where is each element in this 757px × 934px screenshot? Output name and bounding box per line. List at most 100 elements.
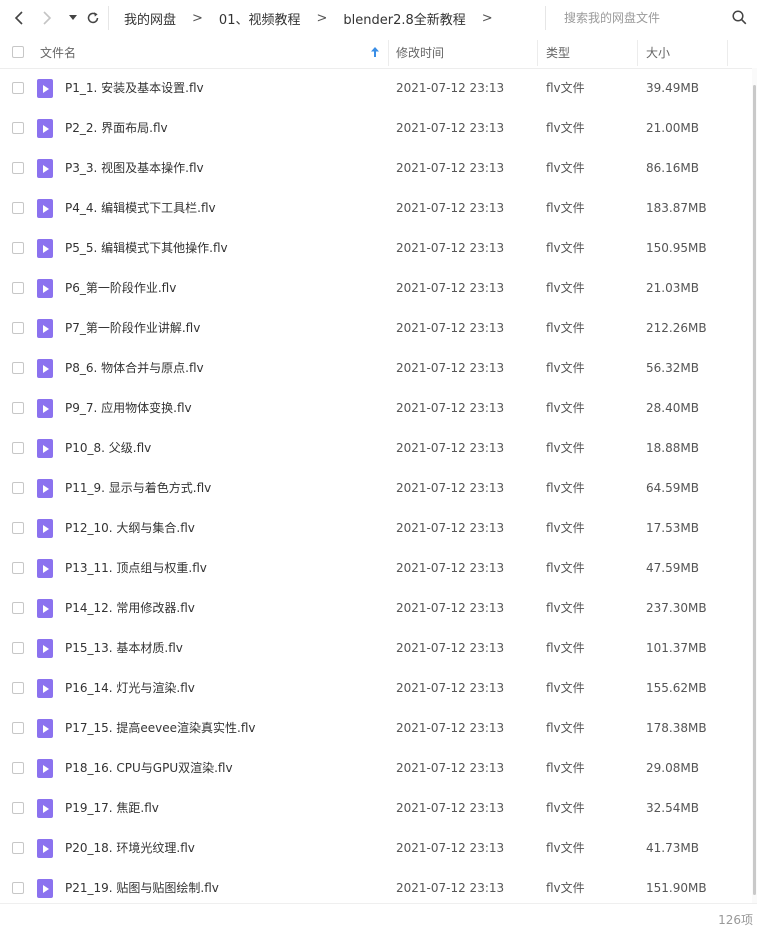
column-type-header[interactable]: 类型 (546, 36, 570, 68)
search-divider (545, 6, 546, 30)
column-divider[interactable] (727, 40, 728, 66)
file-name[interactable]: P3_3. 视图及基本操作.flv (65, 148, 204, 188)
row-checkbox[interactable] (12, 202, 24, 214)
file-name[interactable]: P10_8. 父级.flv (65, 428, 151, 468)
row-checkbox[interactable] (12, 162, 24, 174)
row-checkbox[interactable] (12, 522, 24, 534)
file-name[interactable]: P17_15. 提高eevee渲染真实性.flv (65, 708, 256, 748)
table-row[interactable]: P15_13. 基本材质.flv 2021-07-12 23:13 flv文件 101… (0, 628, 757, 668)
column-name-header[interactable]: 文件名 (40, 36, 76, 68)
row-checkbox[interactable] (12, 482, 24, 494)
table-row[interactable]: P19_17. 焦距.flv 2021-07-12 23:13 flv文件 32.54… (0, 788, 757, 828)
file-name[interactable]: P15_13. 基本材质.flv (65, 628, 183, 668)
row-checkbox[interactable] (12, 642, 24, 654)
file-type: flv文件 (546, 201, 585, 215)
back-icon[interactable] (8, 6, 30, 30)
video-file-icon (37, 159, 53, 178)
table-row[interactable]: P18_16. CPU与GPU双渲染.flv 2021-07-12 23:13 fl… (0, 748, 757, 788)
search-icon[interactable] (732, 10, 747, 29)
table-row[interactable]: P12_10. 大纲与集合.flv 2021-07-12 23:13 flv文件 17… (0, 508, 757, 548)
file-type: flv文件 (546, 721, 585, 735)
file-name[interactable]: P2_2. 界面布局.flv (65, 108, 168, 148)
breadcrumb-blender-course[interactable]: blender2.8全新教程 (343, 9, 465, 28)
file-name[interactable]: P13_11. 顶点组与权重.flv (65, 548, 207, 588)
row-checkbox[interactable] (12, 82, 24, 94)
breadcrumb: 我的网盘 > 01、视频教程 > blender2.8全新教程 > (108, 0, 493, 36)
file-type: flv文件 (546, 601, 585, 615)
video-file-icon (37, 119, 53, 138)
row-checkbox[interactable] (12, 802, 24, 814)
row-checkbox[interactable] (12, 602, 24, 614)
breadcrumb-video-tutorials[interactable]: 01、视频教程 (219, 9, 301, 28)
file-modified: 2021-07-12 23:13 (396, 561, 505, 575)
file-modified: 2021-07-12 23:13 (396, 881, 505, 895)
table-row[interactable]: P10_8. 父级.flv 2021-07-12 23:13 flv文件 18.88M… (0, 428, 757, 468)
file-name[interactable]: P6_第一阶段作业.flv (65, 268, 176, 308)
table-row[interactable]: P5_5. 编辑模式下其他操作.flv 2021-07-12 23:13 flv文件… (0, 228, 757, 268)
file-name[interactable]: P16_14. 灯光与渲染.flv (65, 668, 195, 708)
row-checkbox[interactable] (12, 402, 24, 414)
row-checkbox[interactable] (12, 242, 24, 254)
table-row[interactable]: P7_第一阶段作业讲解.flv 2021-07-12 23:13 flv文件 212.… (0, 308, 757, 348)
row-checkbox[interactable] (12, 842, 24, 854)
row-checkbox[interactable] (12, 322, 24, 334)
file-modified: 2021-07-12 23:13 (396, 441, 505, 455)
file-name[interactable]: P9_7. 应用物体变换.flv (65, 388, 192, 428)
table-row[interactable]: P2_2. 界面布局.flv 2021-07-12 23:13 flv文件 21.00… (0, 108, 757, 148)
file-modified: 2021-07-12 23:13 (396, 761, 505, 775)
file-modified: 2021-07-12 23:13 (396, 401, 505, 415)
table-row[interactable]: P3_3. 视图及基本操作.flv 2021-07-12 23:13 flv文件 86… (0, 148, 757, 188)
breadcrumb-expand-arrow[interactable]: > (482, 11, 493, 26)
file-name[interactable]: P7_第一阶段作业讲解.flv (65, 308, 200, 348)
file-size: 39.49MB (646, 81, 699, 95)
search-input[interactable]: 搜索我的网盘文件 (564, 9, 660, 26)
file-name[interactable]: P19_17. 焦距.flv (65, 788, 159, 828)
file-name[interactable]: P18_16. CPU与GPU双渲染.flv (65, 748, 233, 788)
row-checkbox[interactable] (12, 762, 24, 774)
file-name[interactable]: P5_5. 编辑模式下其他操作.flv (65, 228, 228, 268)
file-name[interactable]: P1_1. 安装及基本设置.flv (65, 68, 204, 108)
row-checkbox[interactable] (12, 122, 24, 134)
file-name[interactable]: P4_4. 编辑模式下工具栏.flv (65, 188, 216, 228)
refresh-icon[interactable] (82, 6, 104, 30)
column-divider[interactable] (637, 40, 638, 66)
file-name[interactable]: P21_19. 贴图与贴图绘制.flv (65, 868, 219, 908)
sort-arrow-icon[interactable] (371, 36, 379, 68)
file-name[interactable]: P11_9. 显示与着色方式.flv (65, 468, 211, 508)
table-row[interactable]: P1_1. 安装及基本设置.flv 2021-07-12 23:13 flv文件 39… (0, 68, 757, 108)
column-divider[interactable] (537, 40, 538, 66)
scrollbar-thumb[interactable] (753, 85, 756, 895)
file-type: flv文件 (546, 561, 585, 575)
forward-icon[interactable] (36, 6, 58, 30)
row-checkbox[interactable] (12, 682, 24, 694)
column-modified-header[interactable]: 修改时间 (396, 36, 444, 68)
table-row[interactable]: P17_15. 提高eevee渲染真实性.flv 2021-07-12 23:13… (0, 708, 757, 748)
table-row[interactable]: P6_第一阶段作业.flv 2021-07-12 23:13 flv文件 21.03M… (0, 268, 757, 308)
column-size-header[interactable]: 大小 (646, 36, 670, 68)
file-name[interactable]: P14_12. 常用修改器.flv (65, 588, 195, 628)
row-checkbox[interactable] (12, 362, 24, 374)
table-row[interactable]: P21_19. 贴图与贴图绘制.flv 2021-07-12 23:13 flv文件… (0, 868, 757, 908)
file-name[interactable]: P20_18. 环境光纹理.flv (65, 828, 195, 868)
table-row[interactable]: P4_4. 编辑模式下工具栏.flv 2021-07-12 23:13 flv文件 1… (0, 188, 757, 228)
table-row[interactable]: P11_9. 显示与着色方式.flv 2021-07-12 23:13 flv文件 6… (0, 468, 757, 508)
table-row[interactable]: P8_6. 物体合并与原点.flv 2021-07-12 23:13 flv文件 56… (0, 348, 757, 388)
row-checkbox[interactable] (12, 722, 24, 734)
file-modified: 2021-07-12 23:13 (396, 721, 505, 735)
breadcrumb-my-drive[interactable]: 我的网盘 (124, 9, 176, 28)
row-checkbox[interactable] (12, 562, 24, 574)
table-row[interactable]: P13_11. 顶点组与权重.flv 2021-07-12 23:13 flv文件 4… (0, 548, 757, 588)
row-checkbox[interactable] (12, 442, 24, 454)
select-all-checkbox[interactable] (12, 46, 24, 58)
row-checkbox[interactable] (12, 282, 24, 294)
table-row[interactable]: P9_7. 应用物体变换.flv 2021-07-12 23:13 flv文件 28.… (0, 388, 757, 428)
column-divider[interactable] (388, 40, 389, 66)
table-row[interactable]: P14_12. 常用修改器.flv 2021-07-12 23:13 flv文件 23… (0, 588, 757, 628)
table-row[interactable]: P16_14. 灯光与渲染.flv 2021-07-12 23:13 flv文件 15… (0, 668, 757, 708)
file-name[interactable]: P8_6. 物体合并与原点.flv (65, 348, 204, 388)
file-name[interactable]: P12_10. 大纲与集合.flv (65, 508, 195, 548)
file-type: flv文件 (546, 481, 585, 495)
table-row[interactable]: P20_18. 环境光纹理.flv 2021-07-12 23:13 flv文件 41… (0, 828, 757, 868)
row-checkbox[interactable] (12, 882, 24, 894)
history-dropdown-icon[interactable] (62, 6, 84, 30)
